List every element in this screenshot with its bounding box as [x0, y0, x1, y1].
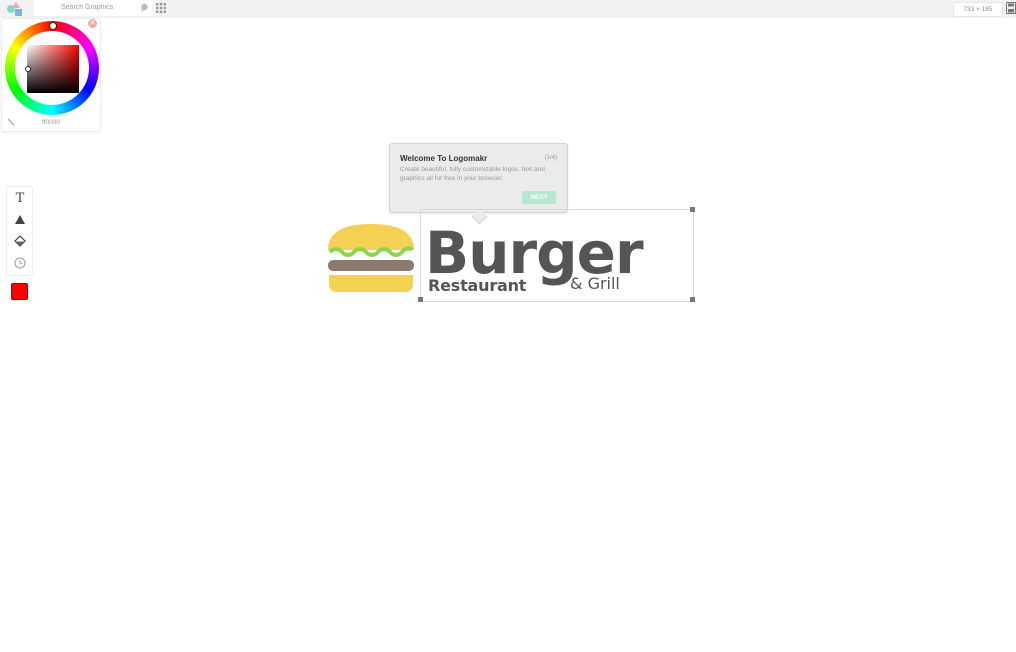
color-handle[interactable] [25, 66, 31, 72]
logo-subline-text[interactable]: Restaurant [428, 276, 526, 295]
resize-handle-bottom-left[interactable] [418, 297, 423, 302]
search-box [34, 0, 152, 16]
tour-description: Create beautiful, fully customizable log… [400, 166, 545, 182]
search-input[interactable] [61, 0, 141, 15]
save-icon[interactable] [1006, 2, 1016, 14]
tour-step-counter: (1/4) [544, 155, 557, 161]
logo-subline2-text[interactable]: & Grill [570, 274, 620, 293]
canvas-size-display[interactable]: 733 × 185 [953, 2, 1003, 17]
burger-graphic[interactable] [326, 222, 416, 294]
top-bar: 733 × 185 [0, 0, 1016, 18]
tools-toolbar: T [6, 186, 33, 276]
fill-bucket-icon[interactable] [12, 233, 28, 249]
triangle-icon[interactable] [12, 212, 28, 228]
history-icon[interactable] [12, 255, 28, 271]
saturation-value-square[interactable] [27, 45, 79, 93]
current-color-swatch[interactable] [11, 283, 28, 300]
close-icon[interactable]: ✕ [88, 19, 97, 28]
grid-view-icon[interactable] [156, 3, 166, 13]
resize-handle-top-right[interactable] [690, 207, 695, 212]
text-tool-button[interactable]: T [12, 191, 28, 207]
hex-value[interactable]: ff0000 [2, 119, 100, 126]
resize-handle-bottom-right[interactable] [690, 297, 695, 302]
welcome-tour-popover: Welcome To Logomakr (1/4) Create beautif… [389, 143, 568, 225]
logomakr-logo-icon[interactable] [5, 1, 23, 17]
tour-title: Welcome To Logomakr [400, 154, 488, 163]
color-picker-panel: ✕ ff0000 [1, 18, 101, 132]
tour-next-button[interactable]: NEXT [522, 191, 556, 204]
search-icon[interactable] [140, 3, 149, 12]
hue-handle[interactable] [49, 22, 57, 30]
